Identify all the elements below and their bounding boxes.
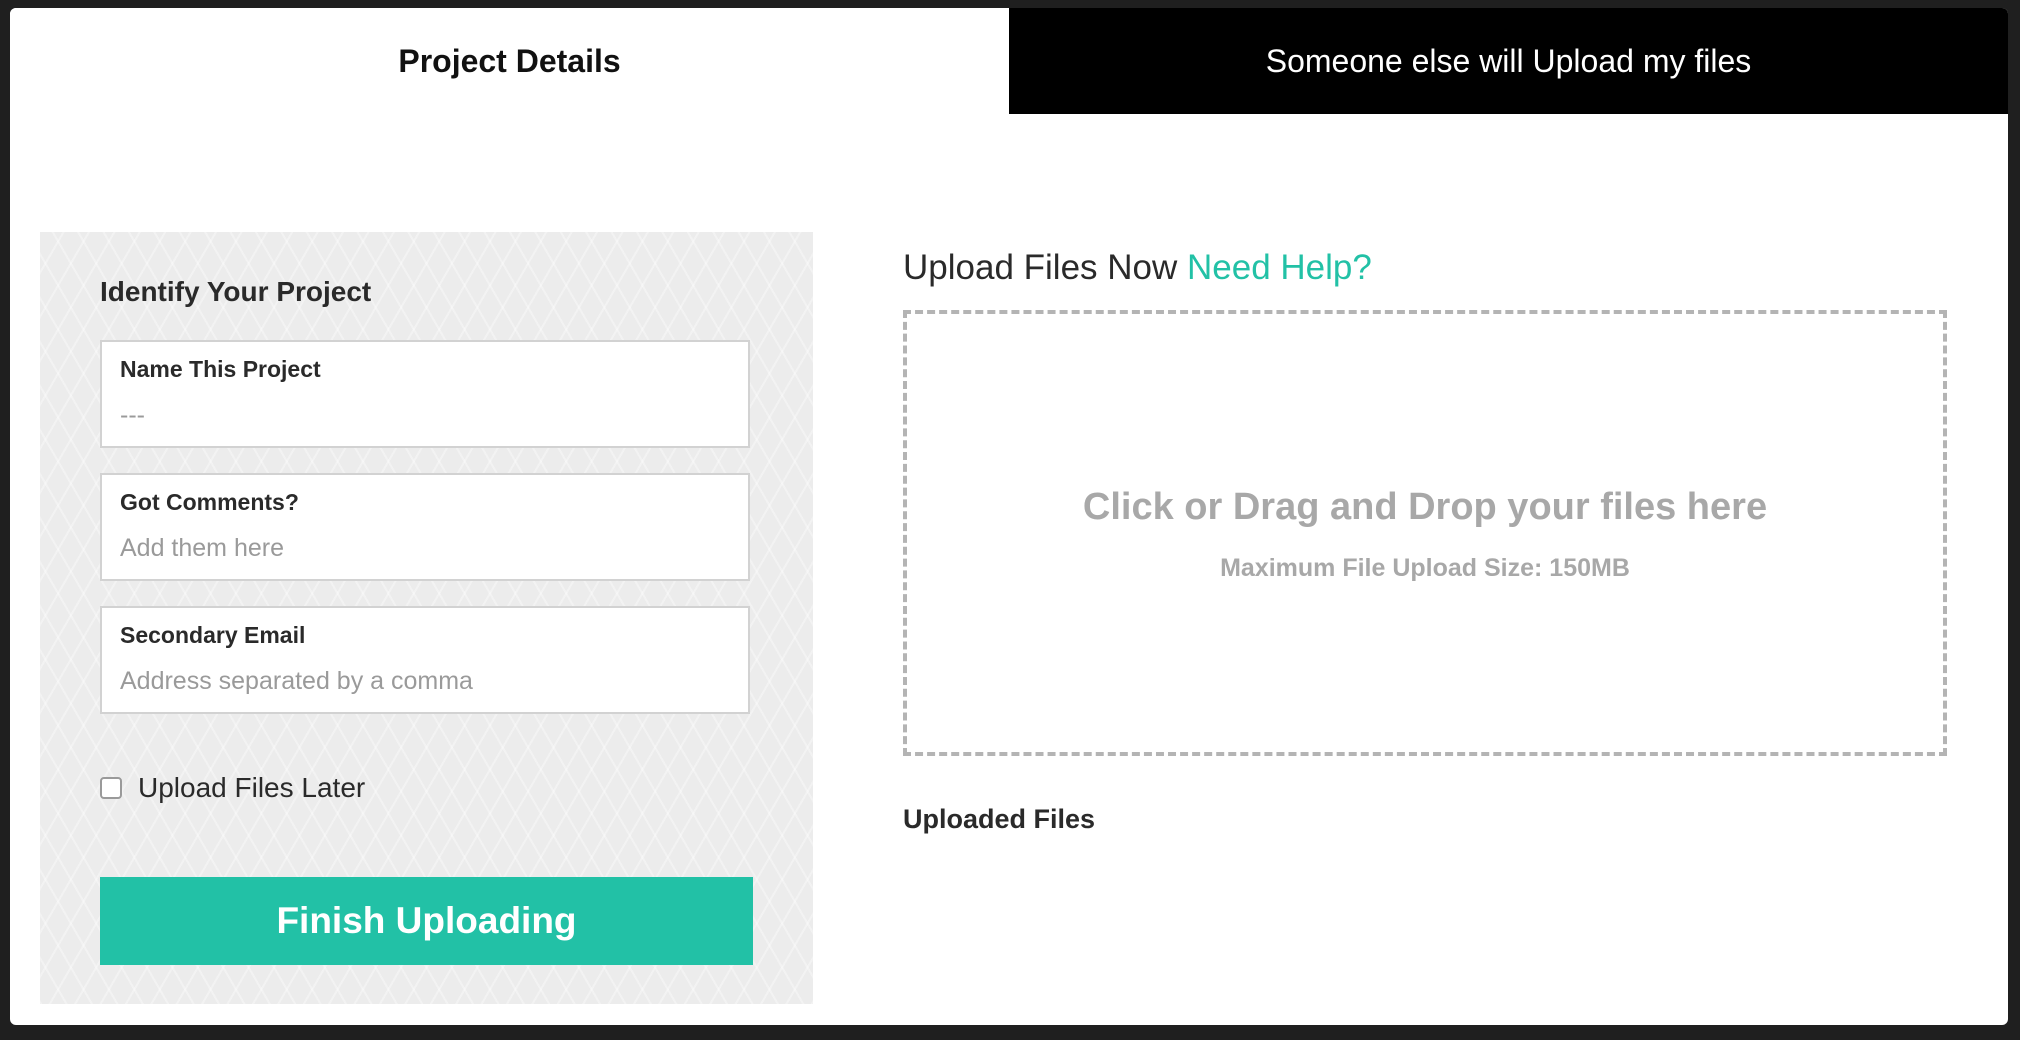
project-name-label: Name This Project [120,356,321,382]
project-name-input[interactable] [120,396,720,434]
tab-someone-else-upload[interactable]: Someone else will Upload my files [1009,8,2008,114]
upload-modal: Project Details Someone else will Upload… [10,8,2008,1025]
secondary-email-label: Secondary Email [120,622,306,648]
uploaded-files-title: Uploaded Files [903,804,1096,834]
dropzone-text: Click or Drag and Drop your files here [1082,486,1768,528]
tab-label: Project Details [398,42,621,79]
need-help-link[interactable]: Need Help? [1187,248,1372,287]
comments-input[interactable] [120,529,720,567]
upload-later-label: Upload Files Later [138,772,366,803]
comments-label: Got Comments? [120,489,299,515]
form-title: Identify Your Project [100,276,372,307]
tab-bar: Project Details Someone else will Upload… [10,8,2008,114]
secondary-email-field[interactable]: Secondary Email [100,606,750,714]
tab-label: Someone else will Upload my files [1265,42,1752,79]
comments-field[interactable]: Got Comments? [100,473,750,581]
file-dropzone[interactable]: Click or Drag and Drop your files here M… [903,310,1947,756]
upload-later-row[interactable]: Upload Files Later [100,772,365,804]
upload-heading: Upload Files Now Need Help? [903,248,1372,288]
secondary-email-input[interactable] [120,662,720,700]
upload-heading-text: Upload Files Now [903,248,1187,287]
tab-project-details[interactable]: Project Details [10,8,1009,114]
finish-uploading-button[interactable]: Finish Uploading [100,877,753,965]
project-name-field[interactable]: Name This Project [100,340,750,448]
max-size-text: Maximum File Upload Size: 150MB [1220,554,1630,582]
upload-later-checkbox[interactable] [100,777,122,799]
project-form-panel: Identify Your Project Name This Project … [40,232,813,1004]
